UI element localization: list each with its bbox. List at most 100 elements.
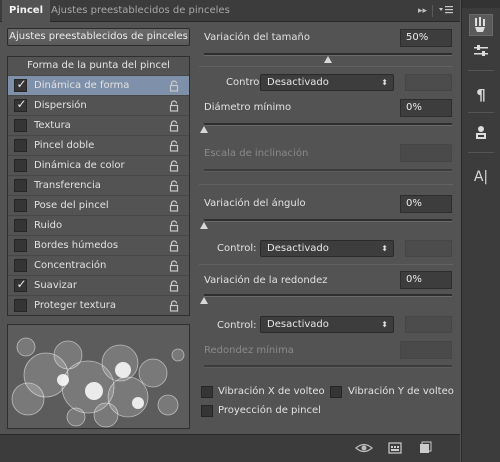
list-item[interactable]: Textura xyxy=(8,115,189,135)
panel-tab-bar: Pincel Ajustes preestablecidos de pincel… xyxy=(0,0,460,22)
list-item-label: Textura xyxy=(34,120,71,131)
lock-icon[interactable] xyxy=(168,280,180,292)
strip-divider xyxy=(468,70,494,71)
list-item-label: Dispersión xyxy=(34,100,87,111)
brush-projection-checkbox[interactable] xyxy=(201,405,213,417)
brush-presets-button[interactable]: Ajustes preestablecidos de pinceles xyxy=(7,28,190,46)
lock-icon[interactable] xyxy=(168,300,180,312)
list-item[interactable]: Proteger textura xyxy=(8,295,189,315)
list-item[interactable]: Transferencia xyxy=(8,175,189,195)
angle-jitter-input[interactable]: 0% xyxy=(400,195,452,213)
list-item-checkbox[interactable] xyxy=(14,139,27,152)
list-item[interactable]: Concentración xyxy=(8,255,189,275)
panel-dock-strip: ¶ A| xyxy=(461,0,500,462)
list-item-checkbox[interactable] xyxy=(14,159,27,172)
lock-icon[interactable] xyxy=(168,160,180,172)
lock-icon[interactable] xyxy=(168,260,180,272)
list-item-checkbox[interactable]: ✓ xyxy=(14,97,27,112)
new-preset-icon[interactable] xyxy=(418,441,432,455)
updown-arrow-icon: ⬍ xyxy=(381,78,388,87)
lock-icon[interactable] xyxy=(168,180,180,192)
angle-control-dropdown[interactable]: Desactivado ⬍ xyxy=(260,240,394,257)
list-item[interactable]: Pose del pincel xyxy=(8,195,189,215)
checkmark-icon: ✓ xyxy=(16,77,27,91)
lock-icon[interactable] xyxy=(168,240,180,252)
roundness-jitter-input[interactable]: 0% xyxy=(400,271,452,289)
list-item-label: Dinámica de color xyxy=(34,160,125,171)
angle-jitter-slider-track[interactable] xyxy=(204,219,452,222)
min-diameter-slider-thumb[interactable] xyxy=(200,126,208,133)
list-item[interactable]: ✓ Dinámica de forma xyxy=(8,75,189,95)
list-item[interactable]: Bordes húmedos xyxy=(8,235,189,255)
brush-sliders-icon[interactable] xyxy=(469,40,493,62)
roundness-control-label: Control: xyxy=(217,320,257,331)
lock-icon[interactable] xyxy=(168,80,180,92)
size-jitter-input[interactable]: 50% xyxy=(400,29,452,47)
flip-x-label: Vibración X de volteo xyxy=(218,386,325,397)
roundness-jitter-slider-track[interactable] xyxy=(204,294,452,297)
flip-x-checkbox[interactable] xyxy=(201,386,213,398)
list-item-label: Pose del pincel xyxy=(34,200,109,211)
brush-panel-icon[interactable] xyxy=(469,14,493,36)
panel-bottom-bar xyxy=(0,434,460,462)
lock-icon[interactable] xyxy=(168,140,180,152)
strip-divider xyxy=(468,152,494,153)
section-divider xyxy=(199,184,453,185)
list-item-checkbox[interactable]: ✓ xyxy=(14,277,27,292)
list-item[interactable]: ✓ Dispersión xyxy=(8,95,189,115)
roundness-control-value: Desactivado xyxy=(267,319,329,330)
roundness-jitter-slider-thumb[interactable] xyxy=(200,297,208,304)
toggle-live-tip-icon[interactable] xyxy=(355,441,373,455)
section-divider xyxy=(199,264,453,265)
list-item-checkbox[interactable] xyxy=(14,199,27,212)
roundness-control-extra-field xyxy=(405,316,452,333)
roundness-control-dropdown[interactable]: Desactivado ⬍ xyxy=(260,316,394,333)
min-diameter-input[interactable]: 0% xyxy=(400,99,452,117)
list-item-checkbox[interactable]: ✓ xyxy=(14,77,27,92)
lock-icon[interactable] xyxy=(168,120,180,132)
preview-bubbles xyxy=(11,337,185,428)
lock-icon[interactable] xyxy=(168,100,180,112)
list-item-checkbox[interactable] xyxy=(14,259,27,272)
list-item[interactable]: Ruido xyxy=(8,215,189,235)
list-item-checkbox[interactable] xyxy=(14,179,27,192)
list-item[interactable]: Pincel doble xyxy=(8,135,189,155)
strip-divider xyxy=(468,112,494,113)
list-item-label: Pincel doble xyxy=(34,140,95,151)
size-jitter-slider-thumb[interactable] xyxy=(324,56,332,63)
flip-y-checkbox[interactable] xyxy=(330,386,342,398)
min-diameter-slider-track[interactable] xyxy=(204,123,452,126)
list-item-checkbox[interactable] xyxy=(14,119,27,132)
panel-menu-icon[interactable] xyxy=(438,4,454,18)
tab-brush[interactable]: Pincel xyxy=(2,0,51,22)
brush-stroke-preview xyxy=(7,324,190,429)
list-item-label: Suavizar xyxy=(34,280,77,291)
list-item-label: Transferencia xyxy=(34,180,101,191)
section-divider xyxy=(199,66,453,67)
checkmark-icon: ✓ xyxy=(16,277,27,291)
character-icon[interactable]: A| xyxy=(469,166,493,188)
paragraph-icon[interactable]: ¶ xyxy=(469,84,493,106)
min-roundness-input xyxy=(400,341,452,359)
grid-icon[interactable] xyxy=(388,441,402,455)
lock-icon[interactable] xyxy=(168,200,180,212)
dock-grip[interactable] xyxy=(462,0,500,8)
list-item-checkbox[interactable] xyxy=(14,219,27,232)
angle-jitter-label: Variación del ángulo xyxy=(204,198,306,209)
list-item-label: Ruido xyxy=(34,220,63,231)
updown-arrow-icon: ⬍ xyxy=(381,320,388,329)
angle-jitter-slider-thumb[interactable] xyxy=(200,222,208,229)
brush-tip-shape-item[interactable]: Forma de la punta del pincel xyxy=(8,57,189,75)
lock-icon[interactable] xyxy=(168,220,180,232)
double-chevron-icon[interactable]: ▸▸ xyxy=(418,4,427,18)
clone-source-icon[interactable] xyxy=(469,122,493,144)
size-jitter-label: Variación del tamaño xyxy=(204,32,310,43)
roundness-jitter-label: Variación de la redondez xyxy=(204,275,328,286)
tab-brush-presets[interactable]: Ajustes preestablecidos de pinceles xyxy=(44,0,237,22)
checkmark-icon: ✓ xyxy=(16,97,27,111)
list-item[interactable]: Dinámica de color xyxy=(8,155,189,175)
list-item[interactable]: ✓ Suavizar xyxy=(8,275,189,295)
list-item-checkbox[interactable] xyxy=(14,239,27,252)
size-control-dropdown[interactable]: Desactivado ⬍ xyxy=(260,74,394,91)
list-item-checkbox[interactable] xyxy=(14,299,27,312)
